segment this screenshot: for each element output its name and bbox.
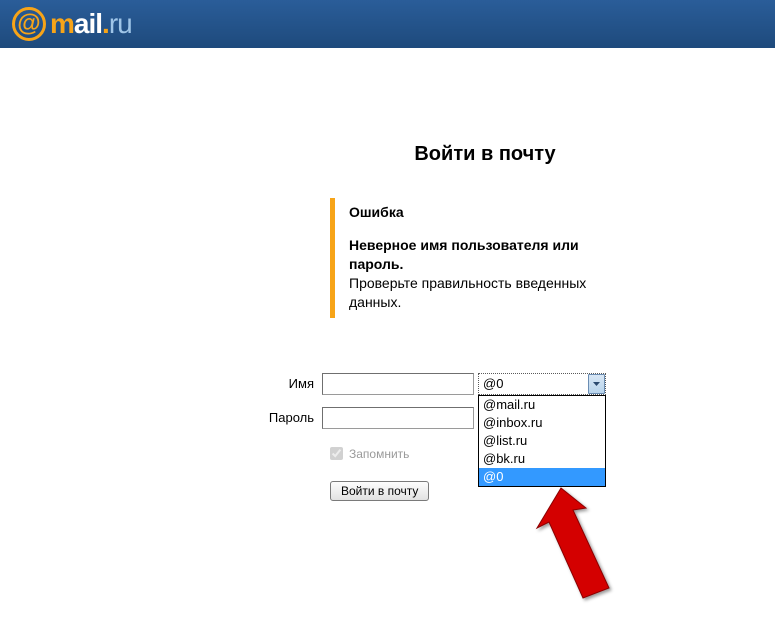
domain-option[interactable]: @inbox.ru — [479, 414, 605, 432]
error-message: Неверное имя пользователя или пароль. Пр… — [349, 236, 620, 312]
domain-select[interactable]: @0 @mail.ru @inbox.ru @list.ru @bk.ru @0 — [478, 373, 606, 395]
username-label: Имя — [267, 376, 322, 391]
domain-option[interactable]: @mail.ru — [479, 396, 605, 414]
login-button[interactable]: Войти в почту — [330, 481, 429, 501]
chevron-down-icon[interactable] — [588, 374, 605, 394]
remember-checkbox[interactable] — [330, 447, 343, 460]
login-panel: Войти в почту Ошибка Неверное имя пользо… — [330, 48, 700, 501]
logo-at-icon: @ — [12, 7, 46, 41]
domain-option[interactable]: @list.ru — [479, 432, 605, 450]
password-label: Пароль — [267, 410, 322, 425]
domain-dropdown: @mail.ru @inbox.ru @list.ru @bk.ru @0 — [478, 395, 606, 487]
username-row: Имя @0 @mail.ru @inbox.ru @list.ru @bk.r… — [330, 373, 700, 395]
error-box: Ошибка Неверное имя пользователя или пар… — [330, 198, 620, 318]
domain-selected-value: @0 — [479, 376, 588, 391]
domain-display[interactable]: @0 — [478, 373, 606, 395]
password-input[interactable] — [322, 407, 474, 429]
domain-option[interactable]: @0 — [479, 468, 605, 486]
username-input[interactable] — [322, 373, 474, 395]
mailru-logo[interactable]: @ mail.ru — [12, 7, 132, 41]
header-bar: @ mail.ru — [0, 0, 775, 48]
domain-option[interactable]: @bk.ru — [479, 450, 605, 468]
page-title: Войти в почту — [270, 143, 700, 166]
remember-label: Запомнить — [349, 447, 409, 461]
logo-text: mail.ru — [50, 8, 132, 40]
error-title: Ошибка — [349, 204, 620, 220]
